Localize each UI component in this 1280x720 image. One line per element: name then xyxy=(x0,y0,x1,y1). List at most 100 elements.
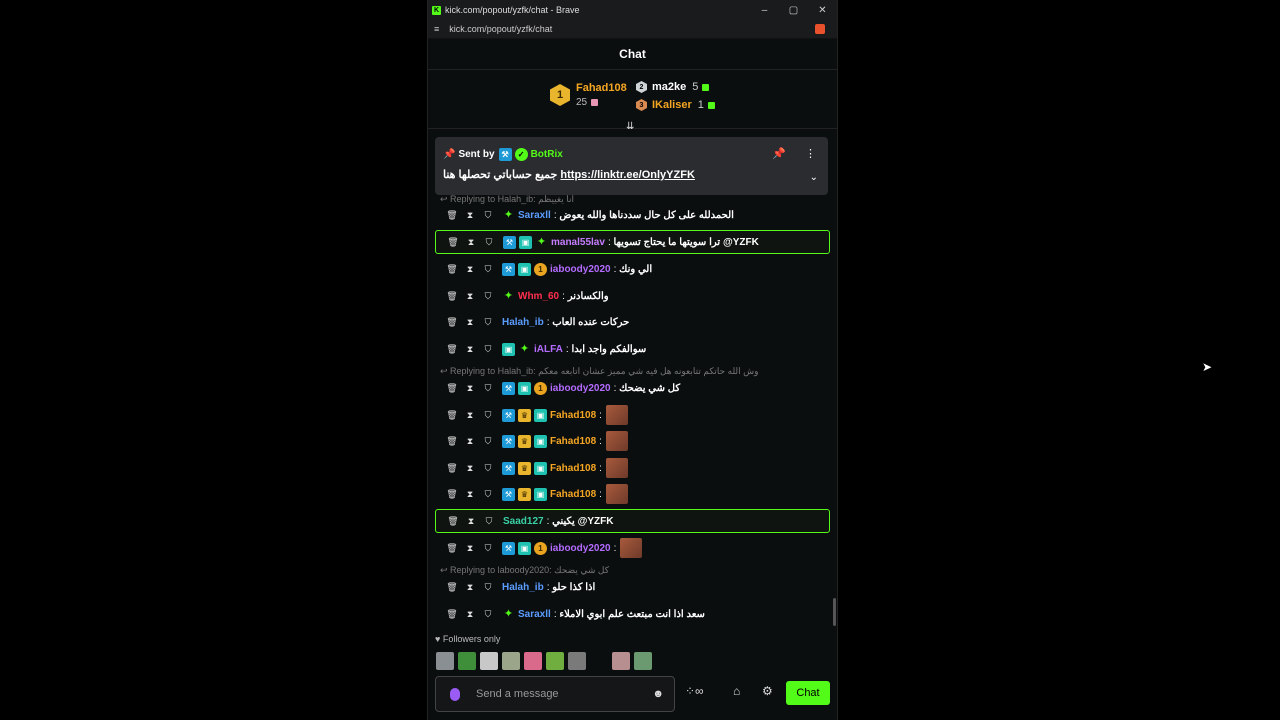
crown-badge-icon: ♛ xyxy=(518,434,531,448)
microphone-icon[interactable] xyxy=(450,687,460,701)
delete-icon[interactable]: 🗑 xyxy=(443,210,461,221)
username[interactable]: Fahad108 xyxy=(550,489,596,500)
timeout-icon[interactable]: ⧗ xyxy=(461,609,479,620)
timeout-icon[interactable]: ⧗ xyxy=(461,489,479,500)
brave-shield-icon[interactable] xyxy=(815,24,825,34)
username[interactable]: Saraxll xyxy=(518,609,551,620)
pinned-author[interactable]: BotRix xyxy=(531,149,563,160)
emote-image[interactable] xyxy=(590,652,608,670)
delete-icon[interactable]: 🗑 xyxy=(443,543,461,554)
minimize-button[interactable]: – xyxy=(750,5,779,16)
delete-icon[interactable]: 🗑 xyxy=(444,237,462,248)
ban-icon[interactable]: ⛉ xyxy=(480,516,498,527)
delete-icon[interactable]: 🗑 xyxy=(443,264,461,275)
ban-icon[interactable]: ⛉ xyxy=(479,383,497,394)
site-info-icon[interactable]: ≡ xyxy=(434,24,439,34)
emote-image[interactable] xyxy=(502,652,520,670)
pinned-menu-icon[interactable]: ⋮ xyxy=(805,147,816,160)
delete-icon[interactable]: 🗑 xyxy=(444,516,462,527)
delete-icon[interactable]: 🗑 xyxy=(443,383,461,394)
ban-icon[interactable]: ⛉ xyxy=(479,410,497,421)
timeout-icon[interactable]: ⧗ xyxy=(461,210,479,221)
emote-image[interactable] xyxy=(605,458,628,478)
ban-icon[interactable]: ⛉ xyxy=(479,463,497,474)
leaderboard-third[interactable]: 3 IKaliser 1 xyxy=(636,99,715,111)
ban-icon[interactable]: ⛉ xyxy=(479,317,497,328)
timeout-icon[interactable]: ⧗ xyxy=(462,237,480,248)
maximize-button[interactable]: ▢ xyxy=(779,5,808,16)
emote-image[interactable] xyxy=(620,538,643,558)
close-button[interactable]: ✕ xyxy=(808,5,837,16)
emote-image[interactable] xyxy=(605,484,628,504)
username[interactable]: Halah_ib xyxy=(502,582,544,593)
username[interactable]: Saad127 xyxy=(503,516,544,527)
emote-image[interactable] xyxy=(634,652,652,670)
emote-image[interactable] xyxy=(605,405,628,425)
emote-image[interactable] xyxy=(524,652,542,670)
kicks-icon[interactable]: ⁘∞ xyxy=(685,684,704,698)
expand-chevron-icon[interactable]: ⌄ xyxy=(810,172,818,183)
username[interactable]: iaboody2020 xyxy=(550,543,611,554)
delete-icon[interactable]: 🗑 xyxy=(443,291,461,302)
ban-icon[interactable]: ⛉ xyxy=(479,489,497,500)
delete-icon[interactable]: 🗑 xyxy=(443,344,461,355)
ban-icon[interactable]: ⛉ xyxy=(479,543,497,554)
url-field[interactable]: kick.com/popout/yzfk/chat xyxy=(449,24,815,34)
delete-icon[interactable]: 🗑 xyxy=(443,463,461,474)
timeout-icon[interactable]: ⧗ xyxy=(461,344,479,355)
pinned-link[interactable]: https://linktr.ee/OnlyYZFK xyxy=(560,169,694,181)
emote-image[interactable] xyxy=(605,431,628,451)
emote-image[interactable] xyxy=(546,652,564,670)
settings-icon[interactable]: ⚙ xyxy=(762,684,773,698)
timeout-icon[interactable]: ⧗ xyxy=(461,291,479,302)
delete-icon[interactable]: 🗑 xyxy=(443,489,461,500)
timeout-icon[interactable]: ⧗ xyxy=(461,543,479,554)
emoji-icon[interactable]: ☻ xyxy=(652,688,664,700)
timeout-icon[interactable]: ⧗ xyxy=(461,317,479,328)
username[interactable]: manal55lav xyxy=(551,237,605,248)
emote-image[interactable] xyxy=(480,652,498,670)
store-icon[interactable]: ⌂ xyxy=(733,684,740,698)
delete-icon[interactable]: 🗑 xyxy=(443,436,461,447)
ban-icon[interactable]: ⛉ xyxy=(479,291,497,302)
username[interactable]: Fahad108 xyxy=(550,410,596,421)
message-composer[interactable]: Send a message ☻ xyxy=(435,676,675,712)
delete-icon[interactable]: 🗑 xyxy=(443,582,461,593)
emote-image[interactable] xyxy=(458,652,476,670)
emote-image[interactable] xyxy=(568,652,586,670)
delete-icon[interactable]: 🗑 xyxy=(443,317,461,328)
message-input[interactable]: Send a message xyxy=(476,688,652,700)
username[interactable]: iaboody2020 xyxy=(550,264,611,275)
username[interactable]: Fahad108 xyxy=(550,463,596,474)
delete-icon[interactable]: 🗑 xyxy=(443,410,461,421)
timeout-icon[interactable]: ⧗ xyxy=(462,516,480,527)
username[interactable]: iaboody2020 xyxy=(550,383,611,394)
collapse-leaderboard-icon[interactable]: ⇊ xyxy=(626,121,634,132)
username[interactable]: Fahad108 xyxy=(550,436,596,447)
leaderboard-first[interactable]: 1 Fahad108 25 xyxy=(550,82,627,108)
timeout-icon[interactable]: ⧗ xyxy=(461,264,479,275)
ban-icon[interactable]: ⛉ xyxy=(479,344,497,355)
delete-icon[interactable]: 🗑 xyxy=(443,609,461,620)
username[interactable]: Whm_60 xyxy=(518,291,559,302)
chat-send-button[interactable]: Chat xyxy=(786,681,830,705)
ban-icon[interactable]: ⛉ xyxy=(479,609,497,620)
timeout-icon[interactable]: ⧗ xyxy=(461,463,479,474)
chat-scrollbar[interactable] xyxy=(833,598,836,626)
unpin-icon[interactable]: 📌 xyxy=(772,147,786,160)
emote-image[interactable] xyxy=(612,652,630,670)
ban-icon[interactable]: ⛉ xyxy=(479,436,497,447)
ban-icon[interactable]: ⛉ xyxy=(479,264,497,275)
timeout-icon[interactable]: ⧗ xyxy=(461,410,479,421)
username[interactable]: iALFA xyxy=(534,344,563,355)
ban-icon[interactable]: ⛉ xyxy=(479,210,497,221)
timeout-icon[interactable]: ⧗ xyxy=(461,582,479,593)
ban-icon[interactable]: ⛉ xyxy=(480,237,498,248)
timeout-icon[interactable]: ⧗ xyxy=(461,436,479,447)
leaderboard-second[interactable]: 2 ma2ke 5 xyxy=(636,81,710,93)
username[interactable]: Halah_ib xyxy=(502,317,544,328)
timeout-icon[interactable]: ⧗ xyxy=(461,383,479,394)
username[interactable]: Saraxll xyxy=(518,210,551,221)
emote-image[interactable] xyxy=(436,652,454,670)
ban-icon[interactable]: ⛉ xyxy=(479,582,497,593)
